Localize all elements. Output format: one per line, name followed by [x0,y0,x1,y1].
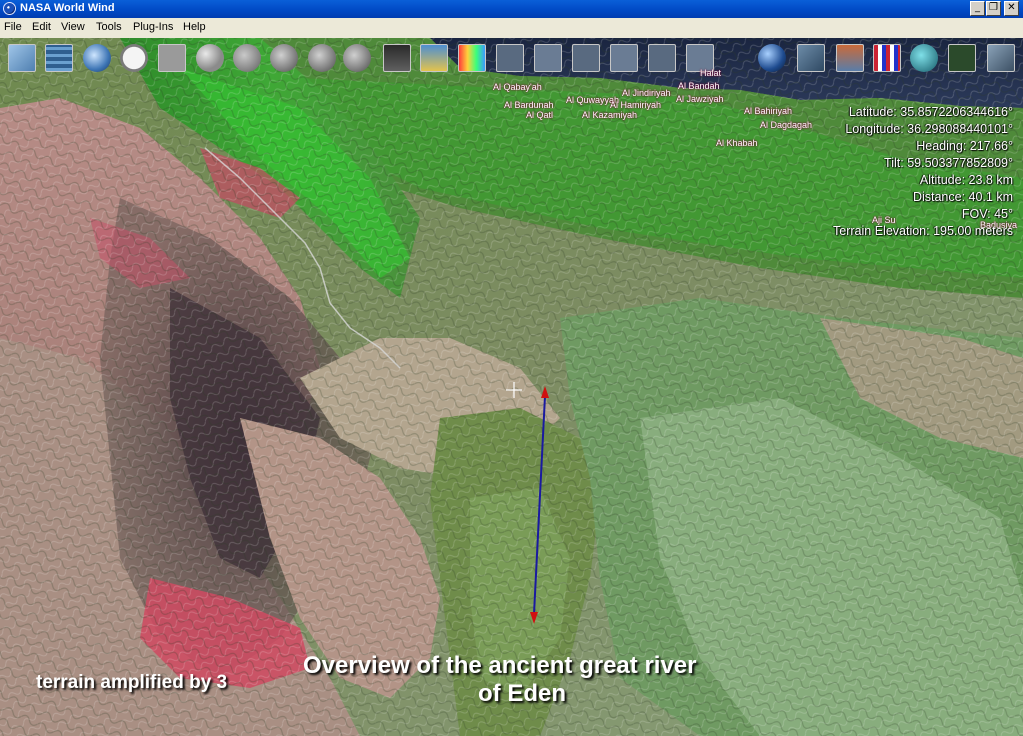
grid-lines-icon[interactable] [45,44,73,72]
globe-viewport[interactable]: Al Qabay'ah Al Bardunah Al Jindiriyah Al… [0,38,1023,736]
placename-label: Halat [700,68,722,78]
heading-readout: Heading: 217.66° [916,139,1013,153]
overview-caption-line2: of Eden [478,680,566,707]
menu-help[interactable]: Help [183,21,206,33]
layer-manager-icon[interactable] [8,44,36,72]
menu-tools[interactable]: Tools [96,21,122,33]
terrain-view [0,38,1023,736]
latitude-readout: Latitude: 35.8572206344616° [848,105,1013,119]
planet-icon[interactable] [758,44,786,72]
screenshot-icon[interactable] [158,44,186,72]
placename-label: Al Jawziyah [676,94,724,104]
menu-bar: File Edit View Tools Plug-Ins Help [0,18,1023,39]
layer-preset-icon[interactable] [572,44,600,72]
layer-preset-icon[interactable] [534,44,562,72]
search-icon[interactable] [196,44,224,72]
placename-label: Al Dagdagah [760,120,813,130]
placename-label: Al Jindiriyah [622,88,671,98]
placename-label: Al Khabah [716,138,758,148]
globe-icon[interactable] [308,44,336,72]
globe-lines-icon[interactable] [83,44,111,72]
landsat-icon[interactable] [797,44,825,72]
close-button[interactable]: ✕ [1004,1,1019,16]
globe-icon[interactable] [343,44,371,72]
menu-view[interactable]: View [61,21,85,33]
place-finder-icon[interactable] [233,44,261,72]
usa-map-icon[interactable] [948,44,976,72]
tilt-readout: Tilt: 59.503377852809° [884,156,1013,170]
world-view-icon[interactable] [910,44,938,72]
terrain-amplification-caption: terrain amplified by 3 [36,672,228,693]
menu-file[interactable]: File [4,21,22,33]
overview-caption-line1: Overview of the ancient great river [303,652,697,679]
placename-label: Al Hamiriyah [610,100,662,110]
wms-layer-icon[interactable] [420,44,448,72]
layer-preset-icon[interactable] [610,44,638,72]
colorbar-icon[interactable] [458,44,486,72]
globe-icon[interactable] [270,44,298,72]
layer-preset-icon[interactable] [496,44,524,72]
window-title: NASA World Wind [20,2,115,14]
nasa-logo-icon [3,2,16,15]
placename-label: Al Kazamiyah [582,110,638,120]
distance-readout: Distance: 40.1 km [912,190,1013,204]
fov-readout: FOV: 45° [961,207,1013,221]
boundaries-icon[interactable] [836,44,864,72]
menu-edit[interactable]: Edit [32,21,51,33]
time-icon[interactable] [120,44,148,72]
longitude-readout: Longitude: 36.298088440101° [845,122,1013,136]
minimize-button[interactable]: _ [970,1,985,16]
menu-plug-ins[interactable]: Plug-Ins [133,21,173,33]
altitude-readout: Altitude: 23.8 km [919,173,1013,187]
placename-label: Al Bahiriyah [744,106,793,116]
maximize-button[interactable]: ❐ [986,1,1001,16]
placename-label: Al Bandah [678,81,720,91]
placename-label: Al Qatl [526,110,554,120]
terrain-elevation-readout: Terrain Elevation: 195.00 meters [833,224,1013,238]
flags-icon[interactable] [873,44,901,72]
placename-label: Al Qabay'ah [493,82,542,92]
placename-label: Al Bardunah [504,100,554,110]
toolbar [0,38,1023,78]
title-bar: NASA World Wind _ ❐ ✕ [0,0,1023,18]
layer-preset-icon[interactable] [648,44,676,72]
modis-layer-icon[interactable] [383,44,411,72]
compass-icon[interactable] [987,44,1015,72]
